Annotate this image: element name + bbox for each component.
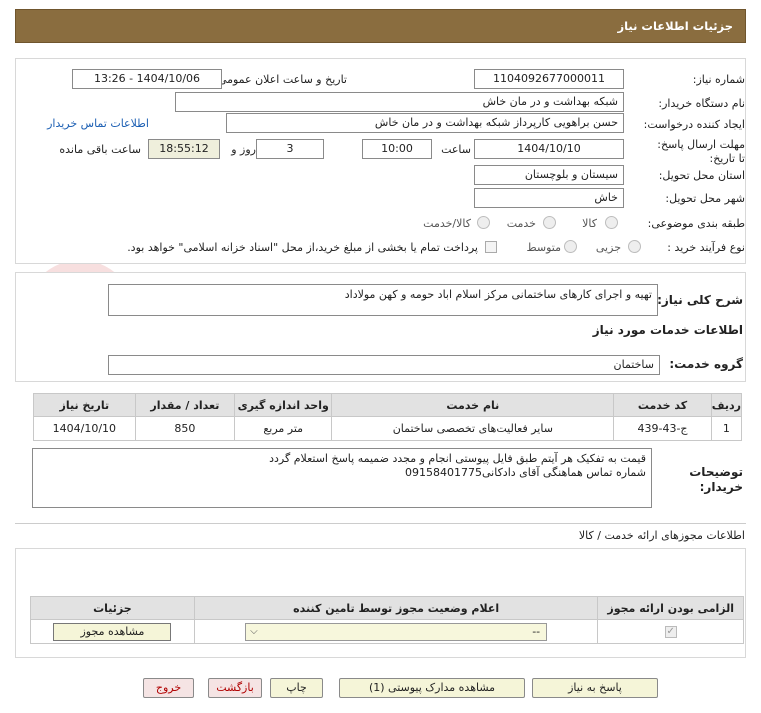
service-group-label: گروه خدمت: [669, 357, 743, 371]
days-field: 3 [256, 139, 324, 159]
buyer-notes-label: توضیحات خریدار: [689, 465, 743, 494]
category-option-goods: کالا [582, 217, 597, 230]
deadline-time-field: 10:00 [362, 139, 432, 159]
city-field: خاش [474, 188, 624, 208]
province-label: استان محل تحویل: [658, 169, 745, 182]
col-date: تاریخ نیاز [33, 393, 136, 417]
chevron-down-icon: ⌵ [250, 625, 258, 637]
permit-status-value: -- [532, 624, 541, 638]
back-button[interactable]: بازگشت [208, 678, 262, 698]
process-radio-minor[interactable] [628, 240, 641, 253]
page-header: جزئیات اطلاعات نیاز [15, 9, 746, 43]
permit-status-select[interactable]: -- ⌵ [245, 622, 548, 641]
category-option-goods-service: کالا/خدمت [423, 217, 471, 230]
services-table-header: ردیف کد خدمت نام خدمت واحد اندازه گیری ت… [33, 393, 743, 417]
service-group-field: ساختمان [108, 355, 660, 375]
need-number-field: 1104092677000011 [474, 69, 624, 89]
need-number-label: شماره نیاز: [692, 73, 745, 86]
cell-unit: متر مربع [234, 416, 333, 441]
cell-date: 1404/10/10 [33, 416, 136, 441]
category-label: طبقه بندی موضوعی: [647, 217, 745, 230]
cell-qty: 850 [134, 416, 236, 441]
permit-required-checkbox: ✓ [664, 626, 677, 638]
col-permit-required: الزامی بودن ارائه مجوز [597, 596, 744, 620]
cell-permit-status: -- ⌵ [193, 619, 599, 644]
permits-table: الزامی بودن ارائه مجوز اعلام وضعیت مجوز … [30, 596, 744, 644]
col-permit-status: اعلام وضعیت مجوز توسط تامین کننده [193, 596, 599, 620]
announce-label: تاریخ و ساعت اعلان عمومی: [214, 73, 347, 86]
category-option-service: خدمت [506, 217, 536, 230]
description-label: شرح کلی نیاز: [657, 293, 743, 307]
days-label: روز و [231, 143, 256, 156]
col-unit: واحد اندازه گیری [234, 393, 333, 417]
remaining-time-field: 18:55:12 [148, 139, 220, 159]
print-button[interactable]: چاپ [270, 678, 323, 698]
reply-to-need-button[interactable]: پاسخ به نیاز [532, 678, 658, 698]
announce-field: 1404/10/06 - 13:26 [72, 69, 222, 89]
buyer-notes-line2: شماره تماس هماهنگی آقای دادکانی091584017… [405, 466, 646, 479]
remaining-label: ساعت باقی مانده [59, 143, 141, 156]
treasury-checkbox[interactable] [485, 241, 497, 253]
permits-section-title: اطلاعات مجوزهای ارائه خدمت / کالا [578, 529, 745, 542]
permits-table-header: الزامی بودن ارائه مجوز اعلام وضعیت مجوز … [30, 596, 744, 620]
deadline-time-label: ساعت [441, 143, 471, 156]
process-option-minor: جزیی [595, 241, 621, 254]
deadline-date-field: 1404/10/10 [474, 139, 624, 159]
page-title: جزئیات اطلاعات نیاز [617, 19, 733, 33]
col-permit-details: جزئیات [30, 596, 195, 620]
services-section-title: اطلاعات خدمات مورد نیاز [592, 323, 743, 337]
process-option-medium: متوسط [526, 241, 561, 254]
services-table: ردیف کد خدمت نام خدمت واحد اندازه گیری ت… [33, 393, 743, 441]
table-row: 1 ج-43-439 سایر فعالیت‌های تخصصی ساختمان… [33, 416, 743, 441]
cell-permit-details: مشاهده مجوز [30, 619, 195, 644]
buyer-org-field: شبکه بهداشت و در مان خاش [175, 92, 624, 112]
divider [15, 523, 746, 524]
process-radio-medium[interactable] [564, 240, 577, 253]
exit-button[interactable]: خروج [143, 678, 194, 698]
process-label: نوع فرآیند خرید : [667, 241, 745, 254]
category-radio-goods[interactable] [605, 216, 618, 229]
col-qty: تعداد / مقدار [134, 393, 236, 417]
table-row: ✓ -- ⌵ مشاهده مجوز [30, 619, 744, 644]
description-field: تهیه و اجرای کارهای ساختمانی مرکز اسلام … [108, 284, 658, 316]
buyer-notes-field: قیمت به تفکیک هر آیتم طبق فایل پیوستی ان… [32, 448, 652, 508]
view-permit-button[interactable]: مشاهده مجوز [53, 622, 172, 641]
category-radio-goods-service[interactable] [477, 216, 490, 229]
deadline-label: مهلت ارسال پاسخ: تا تاریخ: [657, 138, 745, 165]
buyer-notes-line1: قیمت به تفکیک هر آیتم طبق فایل پیوستی ان… [269, 452, 646, 465]
col-code: کد خدمت [613, 393, 712, 417]
cell-name: سایر فعالیت‌های تخصصی ساختمان [331, 416, 615, 441]
buyer-org-label: نام دستگاه خریدار: [658, 97, 745, 110]
cell-row: 1 [710, 416, 743, 441]
col-row: ردیف [710, 393, 743, 417]
treasury-note: پرداخت تمام یا بخشی از مبلغ خرید،از محل … [127, 241, 478, 254]
cell-permit-required: ✓ [597, 619, 744, 644]
category-radio-service[interactable] [543, 216, 556, 229]
province-field: سیستان و بلوچستان [474, 165, 624, 185]
creator-field: حسن براهویی کارپرداز شبکه بهداشت و در ما… [226, 113, 624, 133]
cell-code: ج-43-439 [613, 416, 712, 441]
view-attachments-button[interactable]: مشاهده مدارک پیوستی (1) [339, 678, 525, 698]
buyer-contact-link[interactable]: اطلاعات تماس خریدار [47, 117, 149, 130]
city-label: شهر محل تحویل: [665, 192, 745, 205]
creator-label: ایجاد کننده درخواست: [643, 118, 745, 131]
col-name: نام خدمت [331, 393, 615, 417]
